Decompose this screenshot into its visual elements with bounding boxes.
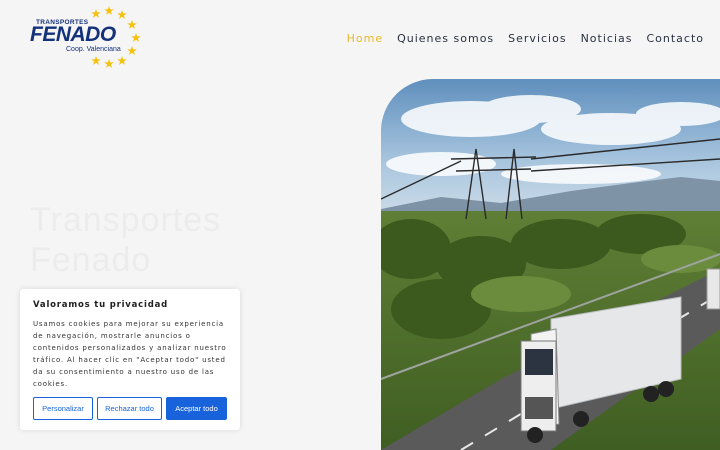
nav-servicios[interactable]: Servicios [508, 32, 566, 45]
nav-home[interactable]: Home [347, 32, 383, 45]
cookie-consent-banner: Valoramos tu privacidad Usamos cookies p… [20, 289, 240, 430]
hero-title: Transportes Fenado [30, 200, 330, 280]
company-logo[interactable]: TRANSPORTES FENADO Coop. Valenciana [28, 6, 146, 70]
reject-all-button[interactable]: Rechazar todo [97, 397, 162, 420]
main-nav: Home Quienes somos Servicios Noticias Co… [333, 32, 704, 45]
logo-sub-text: Coop. Valenciana [66, 46, 121, 53]
hero-title-line2: Fenado [30, 241, 152, 279]
logo-brand-text: FENADO [30, 23, 116, 46]
nav-noticias[interactable]: Noticias [581, 32, 633, 45]
nav-contacto[interactable]: Contacto [646, 32, 704, 45]
truck-highway-image [381, 79, 720, 450]
cookie-title: Valoramos tu privacidad [33, 300, 169, 310]
cookie-body-text: Usamos cookies para mejorar su experienc… [33, 320, 227, 388]
hero-title-line1: Transportes [30, 201, 222, 239]
nav-quienes-somos[interactable]: Quienes somos [397, 32, 494, 45]
personalize-button[interactable]: Personalizar [33, 397, 93, 420]
accept-all-button[interactable]: Aceptar todo [166, 397, 227, 420]
